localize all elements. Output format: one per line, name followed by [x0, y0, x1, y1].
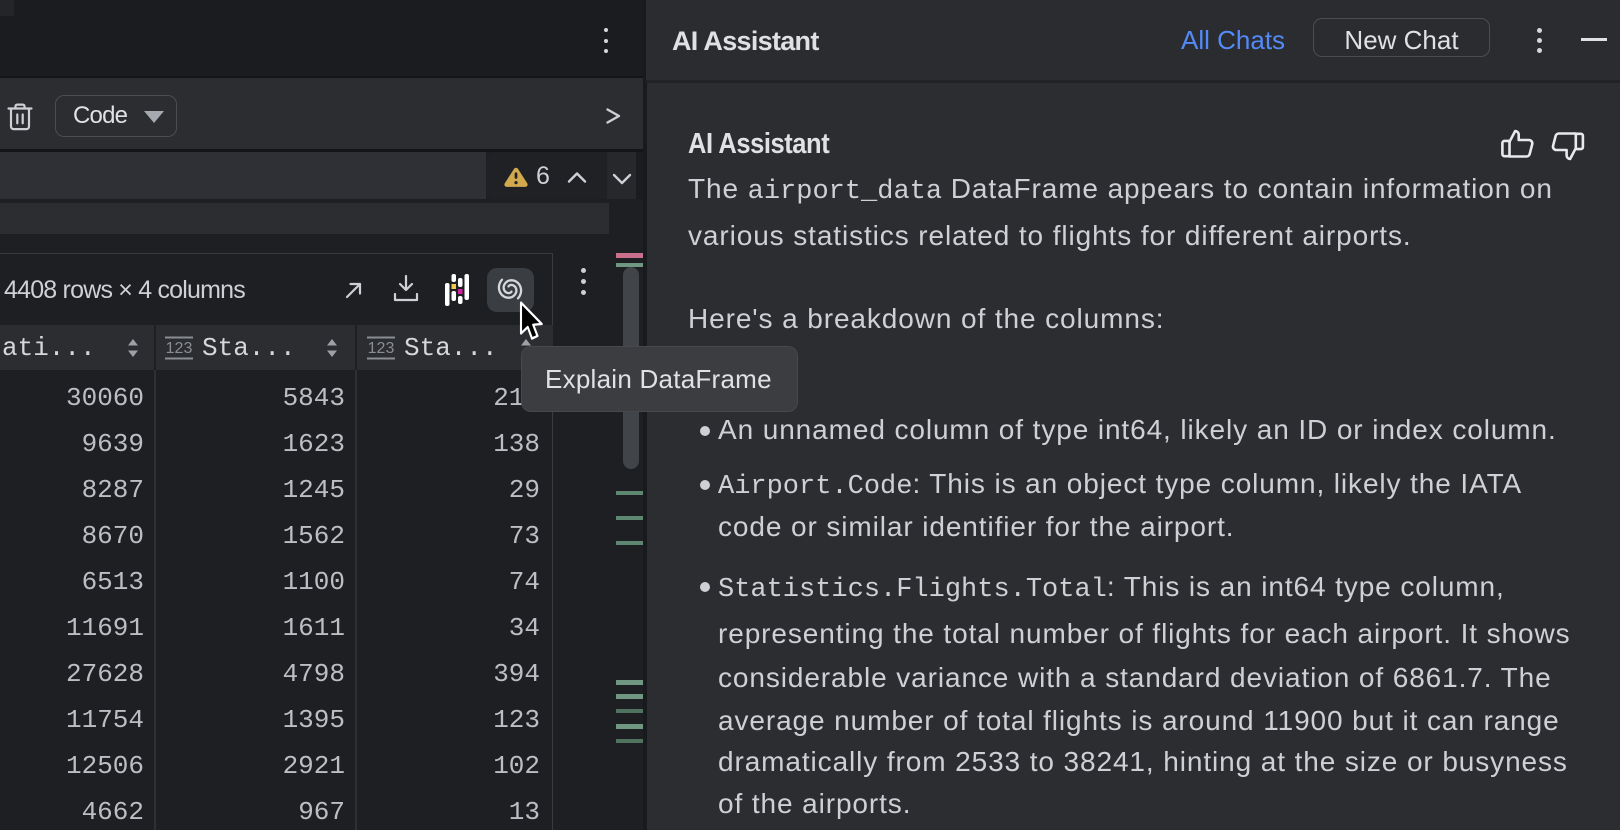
- svg-text:123: 123: [166, 340, 193, 357]
- svg-text:123: 123: [368, 340, 395, 357]
